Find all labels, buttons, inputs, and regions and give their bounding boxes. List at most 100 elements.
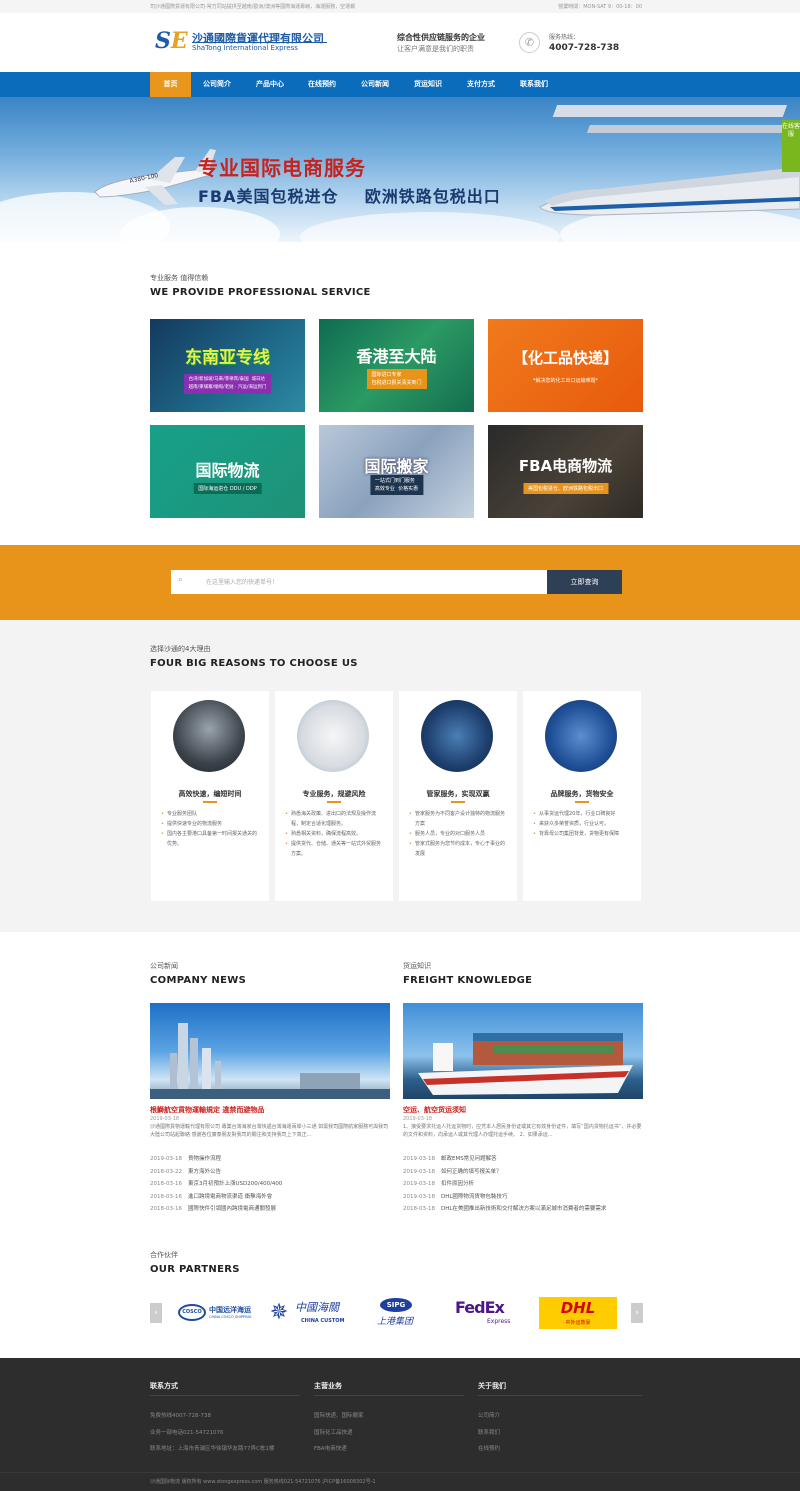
- nav-payment[interactable]: 支付方式: [461, 72, 501, 97]
- reason-title: 高效快速，编短时间: [178, 790, 242, 798]
- footer-separator: [0, 1472, 800, 1473]
- service-tile-moving[interactable]: 国际搬家 一站式门到门服务 高效专业 价格实惠: [319, 425, 474, 518]
- service-tile-logistics[interactable]: 国际物流 国际海运进仓 DDU / DDP: [150, 425, 305, 518]
- service-tile-sub: 台湾/新加坡/马来/菲律宾/泰国 城日达 越南/柬埔寨/缅甸/老挝 · 汽运/海…: [183, 374, 272, 394]
- knowledge-date: 2018-03-18: [403, 1206, 435, 1212]
- fedex-sub: Express: [487, 1318, 511, 1325]
- company-logo[interactable]: SE 沙通國際貨運代理有限公司 ShaTong International Ex…: [155, 29, 327, 59]
- news-list-item[interactable]: 2018-03-16 進口跨境電商物流渠道 衝擊海外會: [150, 1191, 390, 1204]
- news-date: 2018-03-16: [150, 1181, 182, 1187]
- reason-list: 管家服务为不同客户设计独特的物流服务方案 服务人员，专业的对口服务人员 管家式服…: [409, 809, 509, 859]
- knowledge-date: 2019-03-18: [403, 1193, 435, 1200]
- online-service-tab[interactable]: 在线客服: [782, 120, 800, 172]
- reason-item: 背靠母公司集团背景，货物更有保障: [533, 829, 633, 839]
- logo-divider: [192, 42, 327, 43]
- news-list-item[interactable]: 2018-03-16 國際快件引領國內跨境電商通關發展: [150, 1203, 390, 1216]
- service-tile-sub: *解决您的化工出口运输难题*: [532, 378, 599, 384]
- news-feature-image[interactable]: [150, 1003, 390, 1099]
- customs-cn: 中國海關: [295, 1301, 339, 1314]
- partner-logo-cosco[interactable]: COSCO 中国远洋海运 CHINA COSCO SHIPPING: [178, 1297, 256, 1329]
- news-list-item[interactable]: 2018-03-22 東方海外公告: [150, 1166, 390, 1179]
- service-tile-sub: 国际海运进仓 DDU / DDP: [193, 483, 262, 494]
- dhl-cn: 中外运敦豪: [565, 1320, 591, 1326]
- footer-phone: 业务一部电话021-54721076: [150, 1430, 224, 1436]
- nav-products[interactable]: 产品中心: [250, 72, 290, 97]
- partners-next-arrow[interactable]: ›: [631, 1303, 643, 1323]
- news-feature-title[interactable]: 根鰤航空貨物運輸規定 違禁而避物品: [150, 1105, 264, 1115]
- nav-knowledge[interactable]: 货运知识: [408, 72, 448, 97]
- service-tile-hk[interactable]: 香港至大陆 国际进口专家 包税进口报关清关到门: [319, 319, 474, 412]
- knowledge-list: 2019-03-18 邮政EMS常见问题解答 2019-03-18 如何正确的填写报…: [403, 1153, 643, 1216]
- nav-contact[interactable]: 联系我们: [514, 72, 554, 97]
- partner-logo-fedex[interactable]: FedEx Express: [455, 1297, 517, 1329]
- nav-booking[interactable]: 在线预约: [302, 72, 342, 97]
- service-tile-sea[interactable]: 东南亚专线 台湾/新加坡/马来/菲律宾/泰国 城日达 越南/柬埔寨/缅甸/老挝 …: [150, 319, 305, 412]
- service-tile-chemical[interactable]: 【化工品快递】 *解决您的化工出口运输难题*: [488, 319, 643, 412]
- knowledge-link: DHL在美國推出新技術和交付解決方案以滿足城市消費者的需要需求: [440, 1206, 607, 1212]
- news-list-item[interactable]: 2018-03-16 東京3月初預計上漲USD200/400/400: [150, 1178, 390, 1191]
- footer-link[interactable]: 公司简介: [478, 1411, 500, 1419]
- news-list-item[interactable]: 2019-03-18 貨物操作流程: [150, 1153, 390, 1166]
- news-feature-date: 2019-03-18: [150, 1116, 180, 1122]
- knowledge-feature-date: 2019-03-18: [403, 1116, 433, 1122]
- partner-logo-dhl[interactable]: DHL 中外运敦豪: [539, 1297, 617, 1329]
- partner-logo-customs[interactable]: ✵ 中國海關 CHINA CUSTOM: [265, 1297, 347, 1329]
- knowledge-feature-title[interactable]: 空运、航空货运须知: [403, 1105, 466, 1115]
- service-tile-title: 【化工品快递】: [512, 349, 618, 367]
- knowledge-list-item[interactable]: 2019-03-18 如何正确的填写报关单？: [403, 1166, 643, 1179]
- news-date: 2018-03-16: [150, 1193, 182, 1200]
- footer-link[interactable]: 国际化工品快递: [314, 1428, 353, 1436]
- knowledge-link: 如何正确的填写报关单？: [440, 1168, 502, 1175]
- service-tile-sub: 美国包税进仓、欧洲铁路包税出口: [522, 483, 609, 494]
- reason-image: [545, 700, 617, 772]
- reason-card: 品牌服务，货物安全 从事货运代理20年，行业口碑良好 来获众多荣誉资质，行业认可…: [523, 691, 641, 901]
- top-bar: 司沙通國際貨運有限公司-常方同站提供至越南/歐洲/澳洲等國際海運專線，海運服務，…: [0, 0, 800, 13]
- reasons-heading-en: FOUR BIG REASONS TO CHOOSE US: [150, 658, 358, 669]
- reason-item: 专业服务团队: [161, 809, 261, 819]
- knowledge-link: 邮政EMS常见问题解答: [440, 1156, 497, 1162]
- customs-en: CHINA CUSTOM: [301, 1318, 345, 1324]
- reason-divider: [451, 801, 465, 803]
- copyright: 沙通国际物流 版权所有 www.stongexpress.com 服务热线021…: [150, 1479, 376, 1485]
- reason-image: [173, 700, 245, 772]
- news-link: 國際快件引領國內跨境電商通關發展: [187, 1206, 276, 1212]
- knowledge-date: 2019-03-18: [403, 1156, 435, 1162]
- reason-item: 服务人员，专业的对口服务人员: [409, 829, 509, 839]
- sipg-cn: 上港集团: [377, 1317, 414, 1327]
- customs-emblem-icon: ✵: [269, 1300, 289, 1325]
- service-tile-sub: 国际进口专家 包税进口报关清关到门: [366, 369, 427, 389]
- hero-banner: A380-100 专业国际电商服务 FBA美国包税进仓 欧洲铁路包税出口 在线客…: [0, 97, 800, 242]
- footer-link[interactable]: 在线预约: [478, 1444, 500, 1452]
- footer-link[interactable]: 国际快递、国际搬家: [314, 1411, 364, 1419]
- knowledge-feature-image[interactable]: [403, 1003, 643, 1099]
- business-hours: 營業時間：MON-SAT 9：00-18：00: [558, 4, 642, 10]
- footer-hotline: 免费热线4007-728-738: [150, 1413, 211, 1419]
- knowledge-list-item[interactable]: 2019-03-18 DHL國際物流貨物包裝技巧: [403, 1191, 643, 1204]
- reason-title: 管家服务，实现双赢: [426, 790, 490, 798]
- knowledge-link: DHL國際物流貨物包裝技巧: [440, 1193, 508, 1200]
- footer-link[interactable]: FBA电商快递: [314, 1444, 347, 1452]
- knowledge-list-item[interactable]: 2019-03-18 扣件原因分析: [403, 1178, 643, 1191]
- footer-divider: [314, 1395, 464, 1396]
- partners-prev-arrow[interactable]: ‹: [150, 1303, 162, 1323]
- tracking-search-placeholder: 在这里输入您的快递单号！: [206, 579, 279, 586]
- reason-divider: [203, 801, 217, 803]
- service-tile-title: FBA电商物流: [518, 457, 613, 475]
- reason-item: 提供货代、仓储、通关等一站式外贸服务方案。: [285, 839, 385, 859]
- knowledge-list-item[interactable]: 2018-03-18 DHL在美國推出新技術和交付解決方案以滿足城市消費者的需要需…: [403, 1203, 643, 1216]
- service-tile-title: 国际搬家: [364, 457, 429, 476]
- knowledge-list-item[interactable]: 2019-03-18 邮政EMS常见问题解答: [403, 1153, 643, 1166]
- services-heading-en: WE PROVIDE PROFESSIONAL SERVICE: [150, 287, 371, 298]
- nav-news[interactable]: 公司新闻: [355, 72, 395, 97]
- hotline-number: 4007-728-738: [549, 43, 620, 53]
- nav-home[interactable]: 首页: [150, 72, 191, 97]
- partner-logo-sipg[interactable]: SIPG 上港集团: [372, 1297, 422, 1329]
- news-heading-en: COMPANY NEWS: [150, 975, 247, 986]
- nav-about[interactable]: 公司简介: [197, 72, 237, 97]
- header: SE 沙通國際貨運代理有限公司 ShaTong International Ex…: [0, 13, 800, 72]
- footer-link[interactable]: 联系我们: [478, 1428, 500, 1436]
- service-tile-fba[interactable]: FBA电商物流 美国包税进仓、欧洲铁路包税出口: [488, 425, 643, 518]
- partners-heading-en: OUR PARTNERS: [150, 1264, 240, 1275]
- tracking-search-button[interactable]: 立即查询: [547, 570, 622, 594]
- news-link: 進口跨境電商物流渠道 衝擊海外會: [187, 1193, 273, 1200]
